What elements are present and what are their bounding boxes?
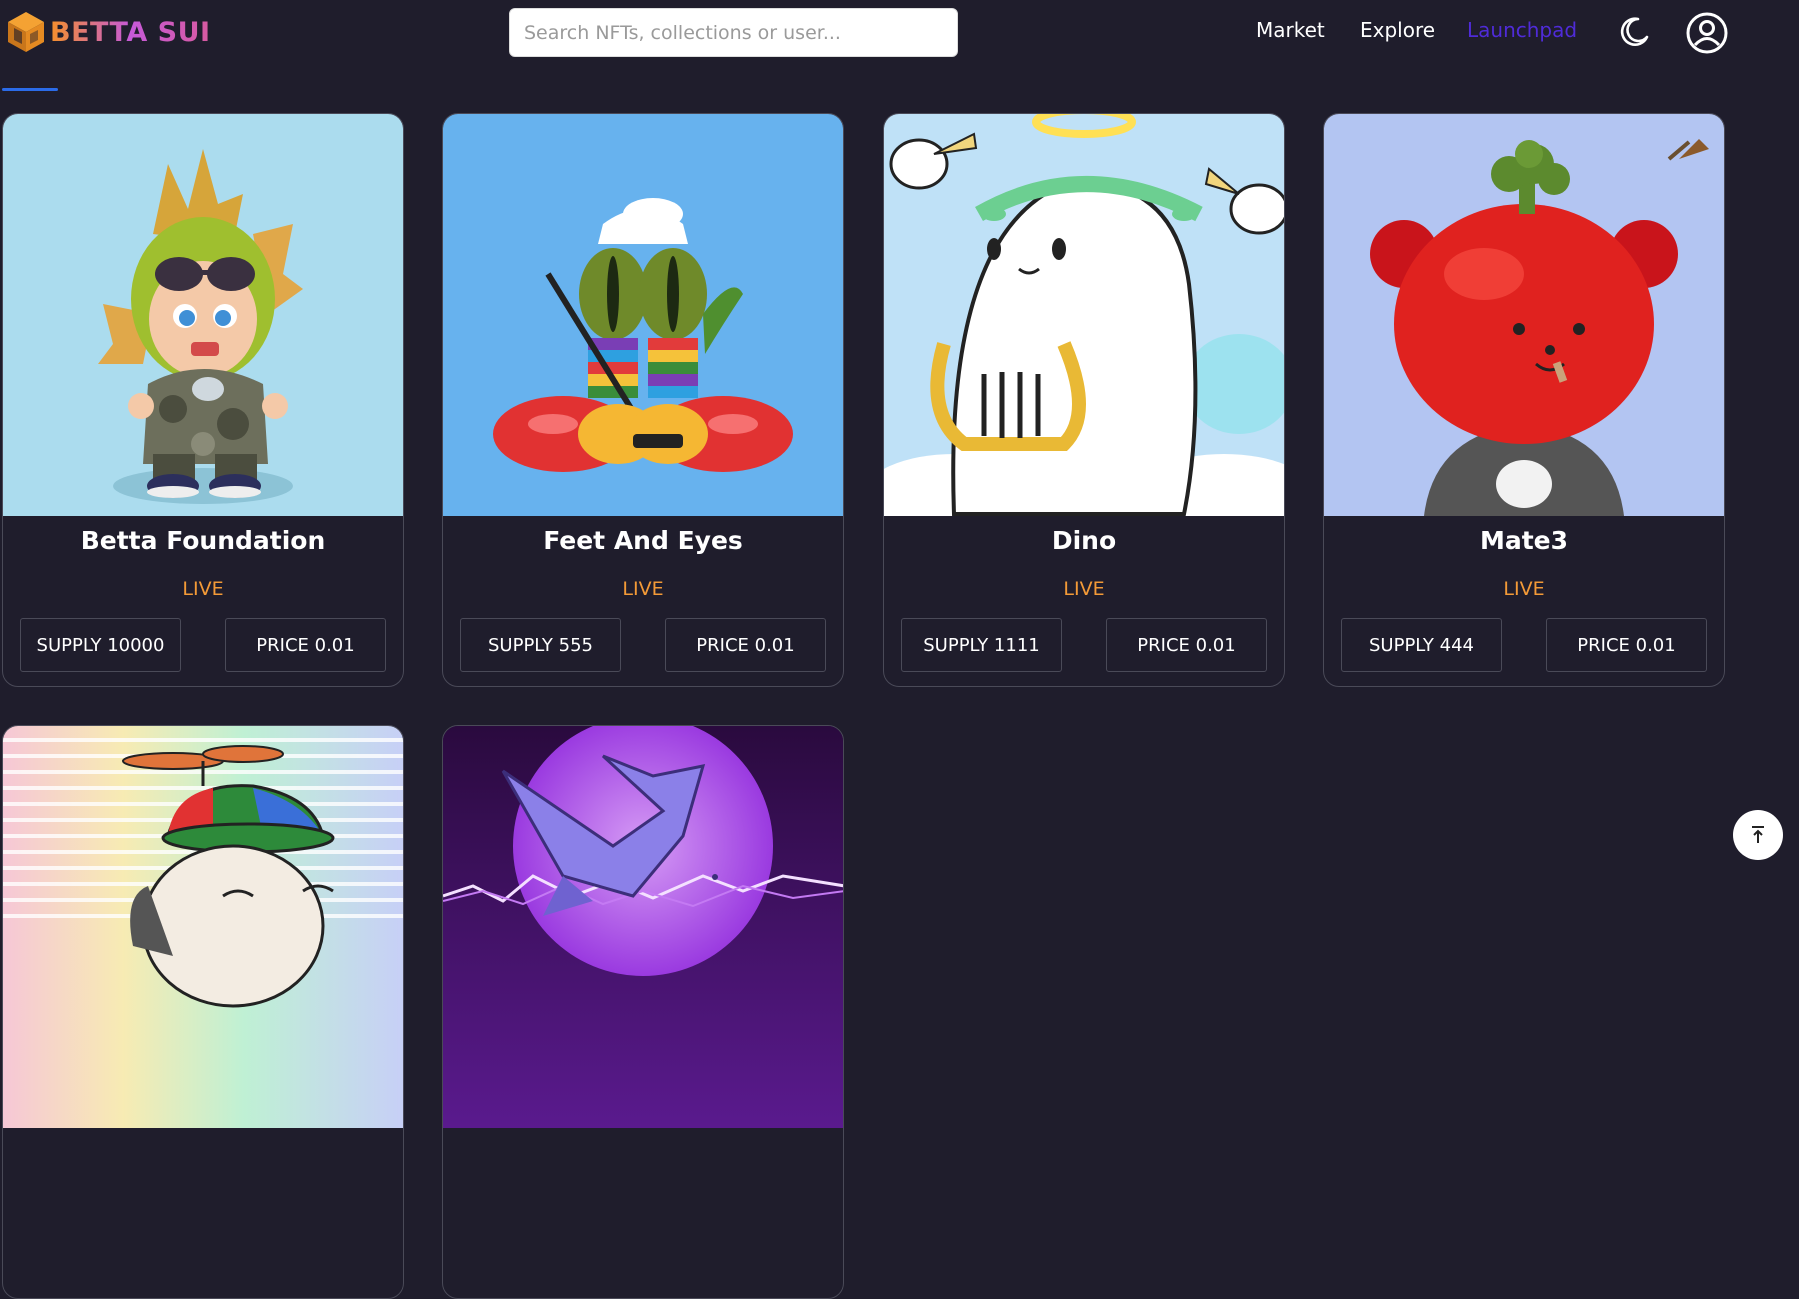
collection-card-betta-foundation[interactable]: Betta Foundation LIVE SUPPLY 10000 PRICE…: [2, 113, 404, 687]
nav-launchpad[interactable]: Launchpad: [1467, 18, 1577, 42]
collection-name: Betta Foundation: [80, 526, 326, 555]
price-badge: PRICE 0.01: [1106, 618, 1267, 672]
top-bar: BETTA SUI Market Explore Launchpad: [0, 0, 1799, 70]
collection-name: Feet And Eyes: [543, 526, 743, 555]
nav-market[interactable]: Market: [1256, 18, 1325, 42]
collection-image: [884, 114, 1284, 516]
tab-underline: [2, 88, 58, 91]
collection-card-feet-and-eyes[interactable]: Feet And Eyes LIVE SUPPLY 555 PRICE 0.01: [442, 113, 844, 687]
status-badge: LIVE: [182, 578, 224, 600]
scroll-to-top-button[interactable]: [1733, 810, 1783, 860]
price-badge: PRICE 0.01: [1546, 618, 1707, 672]
collection-card-mate3[interactable]: Mate3 LIVE SUPPLY 444 PRICE 0.01: [1323, 113, 1725, 687]
collection-card-dino[interactable]: Dino LIVE SUPPLY 1111 PRICE 0.01: [883, 113, 1285, 687]
supply-badge: SUPPLY 1111: [901, 618, 1062, 672]
supply-badge: SUPPLY 555: [460, 618, 621, 672]
collection-card-5[interactable]: [2, 725, 404, 1299]
collection-name: Dino: [1051, 526, 1117, 555]
supply-badge: SUPPLY 444: [1341, 618, 1502, 672]
supply-badge: SUPPLY 10000: [20, 618, 181, 672]
nav-explore[interactable]: Explore: [1360, 18, 1435, 42]
search-input[interactable]: [509, 8, 958, 57]
collection-image: [3, 726, 403, 1128]
moon-icon[interactable]: [1617, 15, 1651, 53]
cube-logo-icon: [8, 12, 44, 52]
status-badge: LIVE: [1063, 578, 1105, 600]
status-badge: LIVE: [1503, 578, 1545, 600]
price-badge: PRICE 0.01: [225, 618, 386, 672]
collection-name: Mate3: [1479, 526, 1569, 555]
user-circle-icon[interactable]: [1686, 12, 1728, 58]
price-badge: PRICE 0.01: [665, 618, 826, 672]
collection-image: [3, 114, 403, 516]
collection-card-6[interactable]: [442, 725, 844, 1299]
status-badge: LIVE: [622, 578, 664, 600]
collection-image: [443, 726, 843, 1128]
brand-logo[interactable]: BETTA SUI: [6, 10, 211, 54]
arrow-up-to-line-icon: [1752, 826, 1764, 843]
brand-name: BETTA SUI: [50, 16, 211, 48]
collection-image: [1324, 114, 1724, 516]
collection-image: [443, 114, 843, 516]
